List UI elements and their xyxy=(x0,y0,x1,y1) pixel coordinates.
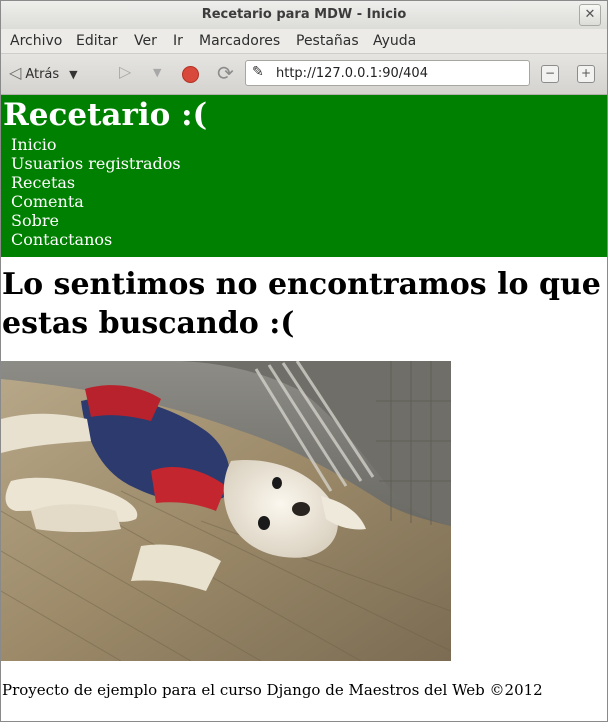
menu-ir[interactable]: Ir xyxy=(173,33,183,49)
zoom-out-button[interactable]: − xyxy=(541,65,559,83)
menu-archivo[interactable]: Archivo xyxy=(10,33,62,49)
site-title: Recetario :( xyxy=(3,97,208,133)
site-icon: ✎ xyxy=(252,64,264,80)
menu-ayuda[interactable]: Ayuda xyxy=(373,33,416,49)
sad-puppy-photo xyxy=(1,361,451,661)
window-title: Recetario para MDW - Inicio xyxy=(201,7,407,22)
back-arrow-icon: ◁ xyxy=(9,63,22,82)
navigation-toolbar: ◁ Atrás ▼ ▷ ▼ ⟳ ✎ http://127.0.0.1:90/404 … xyxy=(1,54,607,95)
menu-pestanas[interactable]: Pestañas xyxy=(296,33,359,49)
close-button[interactable]: ✕ xyxy=(579,4,601,26)
nav-link-usuarios[interactable]: Usuarios registrados xyxy=(11,154,181,173)
nav-link-contactanos[interactable]: Contactanos xyxy=(11,230,181,249)
menu-bar: Archivo Editar Ver Ir Marcadores Pestaña… xyxy=(1,29,607,54)
page-content: Recetario :( Inicio Usuarios registrados… xyxy=(1,95,607,721)
browser-window: Recetario para MDW - Inicio ✕ Archivo Ed… xyxy=(0,0,608,722)
reload-icon[interactable]: ⟳ xyxy=(217,61,234,85)
nav-link-comenta[interactable]: Comenta xyxy=(11,192,181,211)
site-nav: Inicio Usuarios registrados Recetas Come… xyxy=(11,135,181,249)
site-header: Recetario :( Inicio Usuarios registrados… xyxy=(1,95,607,257)
nav-link-sobre[interactable]: Sobre xyxy=(11,211,181,230)
address-bar[interactable]: ✎ http://127.0.0.1:90/404 xyxy=(245,60,530,86)
back-label: Atrás xyxy=(25,67,60,82)
nav-link-inicio[interactable]: Inicio xyxy=(11,135,181,154)
back-button[interactable]: ◁ Atrás ▼ xyxy=(9,63,78,82)
url-text[interactable]: http://127.0.0.1:90/404 xyxy=(276,66,428,81)
menu-ver[interactable]: Ver xyxy=(134,33,157,49)
forward-history-chevron-icon[interactable]: ▼ xyxy=(153,66,161,79)
stop-icon[interactable] xyxy=(182,66,199,83)
nav-link-recetas[interactable]: Recetas xyxy=(11,173,181,192)
page-footer: Proyecto de ejemplo para el curso Django… xyxy=(2,681,543,699)
title-bar: Recetario para MDW - Inicio ✕ xyxy=(1,1,607,29)
zoom-in-button[interactable]: + xyxy=(577,65,595,83)
chevron-down-icon[interactable]: ▼ xyxy=(69,68,77,81)
error-heading: Lo sentimos no encontramos lo que estas … xyxy=(2,267,601,341)
menu-marcadores[interactable]: Marcadores xyxy=(199,33,280,49)
forward-arrow-icon[interactable]: ▷ xyxy=(119,62,131,81)
menu-editar[interactable]: Editar xyxy=(76,33,117,49)
